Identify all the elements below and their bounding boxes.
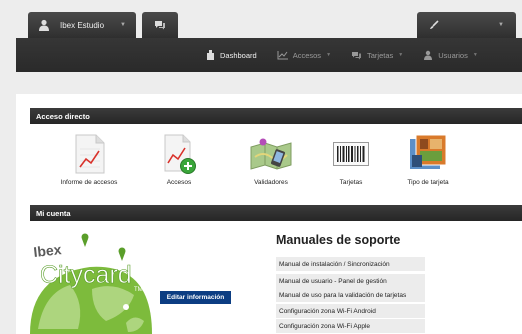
main-navbar: Dashboard Accesos ▼ Tarjetas ▼ Usuarios … — [16, 38, 522, 72]
user-name: Ibex Estudio — [60, 20, 105, 30]
manuales-title: Manuales de soporte — [276, 233, 401, 247]
manual-link[interactable]: Manual de usuario - Panel de gestión — [276, 274, 425, 288]
svg-text:Citycard: Citycard — [40, 261, 132, 289]
acceso-directo-header: Acceso directo — [30, 108, 522, 124]
manual-link[interactable]: Manual de instalación / Sincronización — [276, 257, 425, 271]
nav-dashboard-label: Dashboard — [220, 50, 257, 60]
shortcut-label: Informe de accesos — [60, 179, 118, 186]
nav-accesos-label: Accesos — [292, 50, 322, 60]
brush-icon — [430, 20, 439, 29]
card-type-icon — [410, 135, 447, 169]
nav-usuarios-label: Usuarios — [438, 50, 468, 60]
manual-link[interactable]: Manual de uso para la validación de tarj… — [276, 288, 425, 302]
svg-text:Ibex: Ibex — [33, 241, 63, 260]
nav-tarjetas-label: Tarjetas — [367, 50, 394, 60]
user-menu-button[interactable]: Ibex Estudio ▼ — [28, 12, 136, 38]
edit-info-button[interactable]: Editar información — [160, 291, 231, 304]
barcode-icon — [333, 142, 369, 166]
mi-cuenta-header: Mi cuenta — [30, 205, 522, 221]
nav-accesos[interactable]: Accesos ▼ — [277, 50, 332, 60]
user-icon — [424, 50, 433, 60]
chevron-down-icon: ▼ — [498, 22, 504, 28]
line-chart-icon — [277, 50, 288, 59]
nav-dashboard[interactable]: Dashboard — [206, 50, 257, 60]
shortcut-tipo-tarjeta[interactable]: Tipo de tarjeta — [383, 132, 473, 186]
user-icon — [39, 19, 49, 31]
shortcut-label: Validadores — [254, 179, 288, 186]
settings-menu-button[interactable]: ▼ — [417, 12, 516, 38]
nav-tarjetas[interactable]: Tarjetas ▼ — [351, 51, 403, 60]
manual-link[interactable]: Configuración zona Wi-Fi Android — [276, 304, 425, 318]
report-chart-icon — [75, 134, 105, 174]
report-add-icon — [164, 134, 196, 174]
shortcut-accesos[interactable]: Accesos — [134, 132, 224, 186]
chat-icon — [155, 21, 165, 30]
shortcut-label: Tipo de tarjeta — [407, 179, 449, 186]
chevron-down-icon: ▼ — [472, 52, 478, 58]
shortcut-label: Accesos — [166, 179, 192, 186]
chevron-down-icon: ▼ — [326, 52, 332, 58]
chat-icon — [352, 51, 362, 59]
dashboard-icon — [207, 50, 214, 60]
nav-usuarios[interactable]: Usuarios ▼ — [423, 50, 478, 60]
messages-button[interactable] — [142, 12, 178, 38]
shortcut-validadores[interactable]: Validadores — [226, 132, 316, 186]
acceso-directo-panel: Acceso directo Informe de accesos Acceso… — [16, 94, 522, 201]
chevron-down-icon: ▼ — [120, 22, 126, 28]
ibex-citycard-logo: Ibex Citycard TM — [30, 233, 160, 334]
map-phone-icon — [250, 138, 292, 170]
shortcut-informe-accesos[interactable]: Informe de accesos — [44, 132, 134, 186]
svg-text:TM: TM — [134, 287, 143, 293]
manual-link[interactable]: Configuración zona Wi-Fi Apple — [276, 319, 425, 333]
chevron-down-icon: ▼ — [398, 52, 404, 58]
